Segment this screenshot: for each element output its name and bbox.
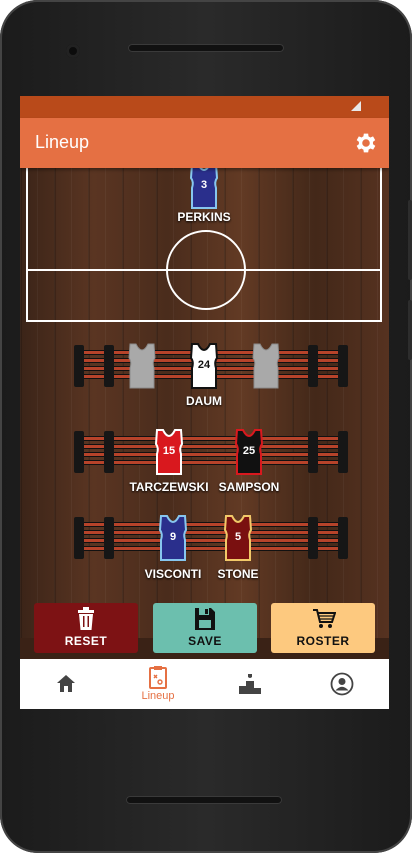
- volume-button: [408, 200, 412, 280]
- bench-row-3: [74, 517, 348, 559]
- bottom-speaker: [126, 796, 282, 804]
- bench-player-name: TARCZEWSKI: [129, 480, 209, 494]
- reset-label: RESET: [64, 634, 108, 648]
- app-screen: Lineup 3 PERKINS 24 DAUM 15 25 TARCZEWSK…: [20, 96, 389, 709]
- jersey-number: 25: [242, 445, 256, 457]
- jersey-number: 15: [162, 445, 176, 457]
- home-icon: [57, 675, 75, 692]
- power-button: [408, 300, 412, 360]
- bench-player-name: DAUM: [186, 394, 222, 408]
- court-player-name: PERKINS: [177, 210, 231, 224]
- top-speaker: [128, 44, 284, 52]
- cart-icon: [313, 609, 336, 628]
- save-button[interactable]: SAVE: [153, 603, 257, 653]
- nav-item-home[interactable]: [20, 659, 112, 709]
- center-circle: [166, 230, 246, 310]
- app-bar: Lineup: [20, 118, 389, 168]
- signal-icon: [351, 101, 361, 111]
- back-icon[interactable]: [94, 724, 106, 738]
- bench-player-jersey[interactable]: 9: [155, 512, 191, 562]
- bench-player-name: SAMPSON: [218, 480, 280, 494]
- gear-icon[interactable]: [353, 130, 379, 156]
- podium-icon: [239, 674, 261, 694]
- jersey-number: 9: [169, 531, 177, 543]
- bottom-navigation: Lineup: [20, 659, 389, 709]
- bench-player-jersey[interactable]: 5: [220, 512, 256, 562]
- jersey-number: 3: [200, 179, 208, 191]
- nav-item-profile[interactable]: [296, 659, 388, 709]
- save-label: SAVE: [188, 634, 222, 648]
- roster-label: ROSTER: [296, 634, 350, 648]
- bench-player-jersey[interactable]: 15: [151, 426, 187, 476]
- empty-jersey-slot[interactable]: [248, 340, 284, 390]
- status-bar: [20, 96, 389, 118]
- nav-item-lineup[interactable]: Lineup: [112, 659, 204, 709]
- trash-icon: [78, 607, 94, 630]
- bench-player-jersey[interactable]: 25: [231, 426, 267, 476]
- bench-row-2: [74, 431, 348, 473]
- court-background: 3 PERKINS 24 DAUM 15 25 TARCZEWSKI SAMPS…: [20, 163, 389, 638]
- empty-jersey-slot[interactable]: [124, 340, 160, 390]
- bench-player-jersey[interactable]: 24: [186, 340, 222, 390]
- page-title: Lineup: [35, 132, 90, 152]
- nav-item-standings[interactable]: [204, 659, 296, 709]
- roster-button[interactable]: ROSTER: [271, 603, 375, 653]
- nav-label-lineup: Lineup: [141, 690, 175, 702]
- floppy-icon: [195, 608, 215, 630]
- clipboard-icon: [149, 666, 167, 689]
- bench-player-name: STONE: [217, 567, 259, 581]
- front-camera: [66, 44, 80, 58]
- jersey-number: 5: [234, 531, 242, 543]
- reset-button[interactable]: RESET: [34, 603, 138, 653]
- profile-icon: [330, 672, 354, 696]
- jersey-number: 24: [197, 359, 211, 371]
